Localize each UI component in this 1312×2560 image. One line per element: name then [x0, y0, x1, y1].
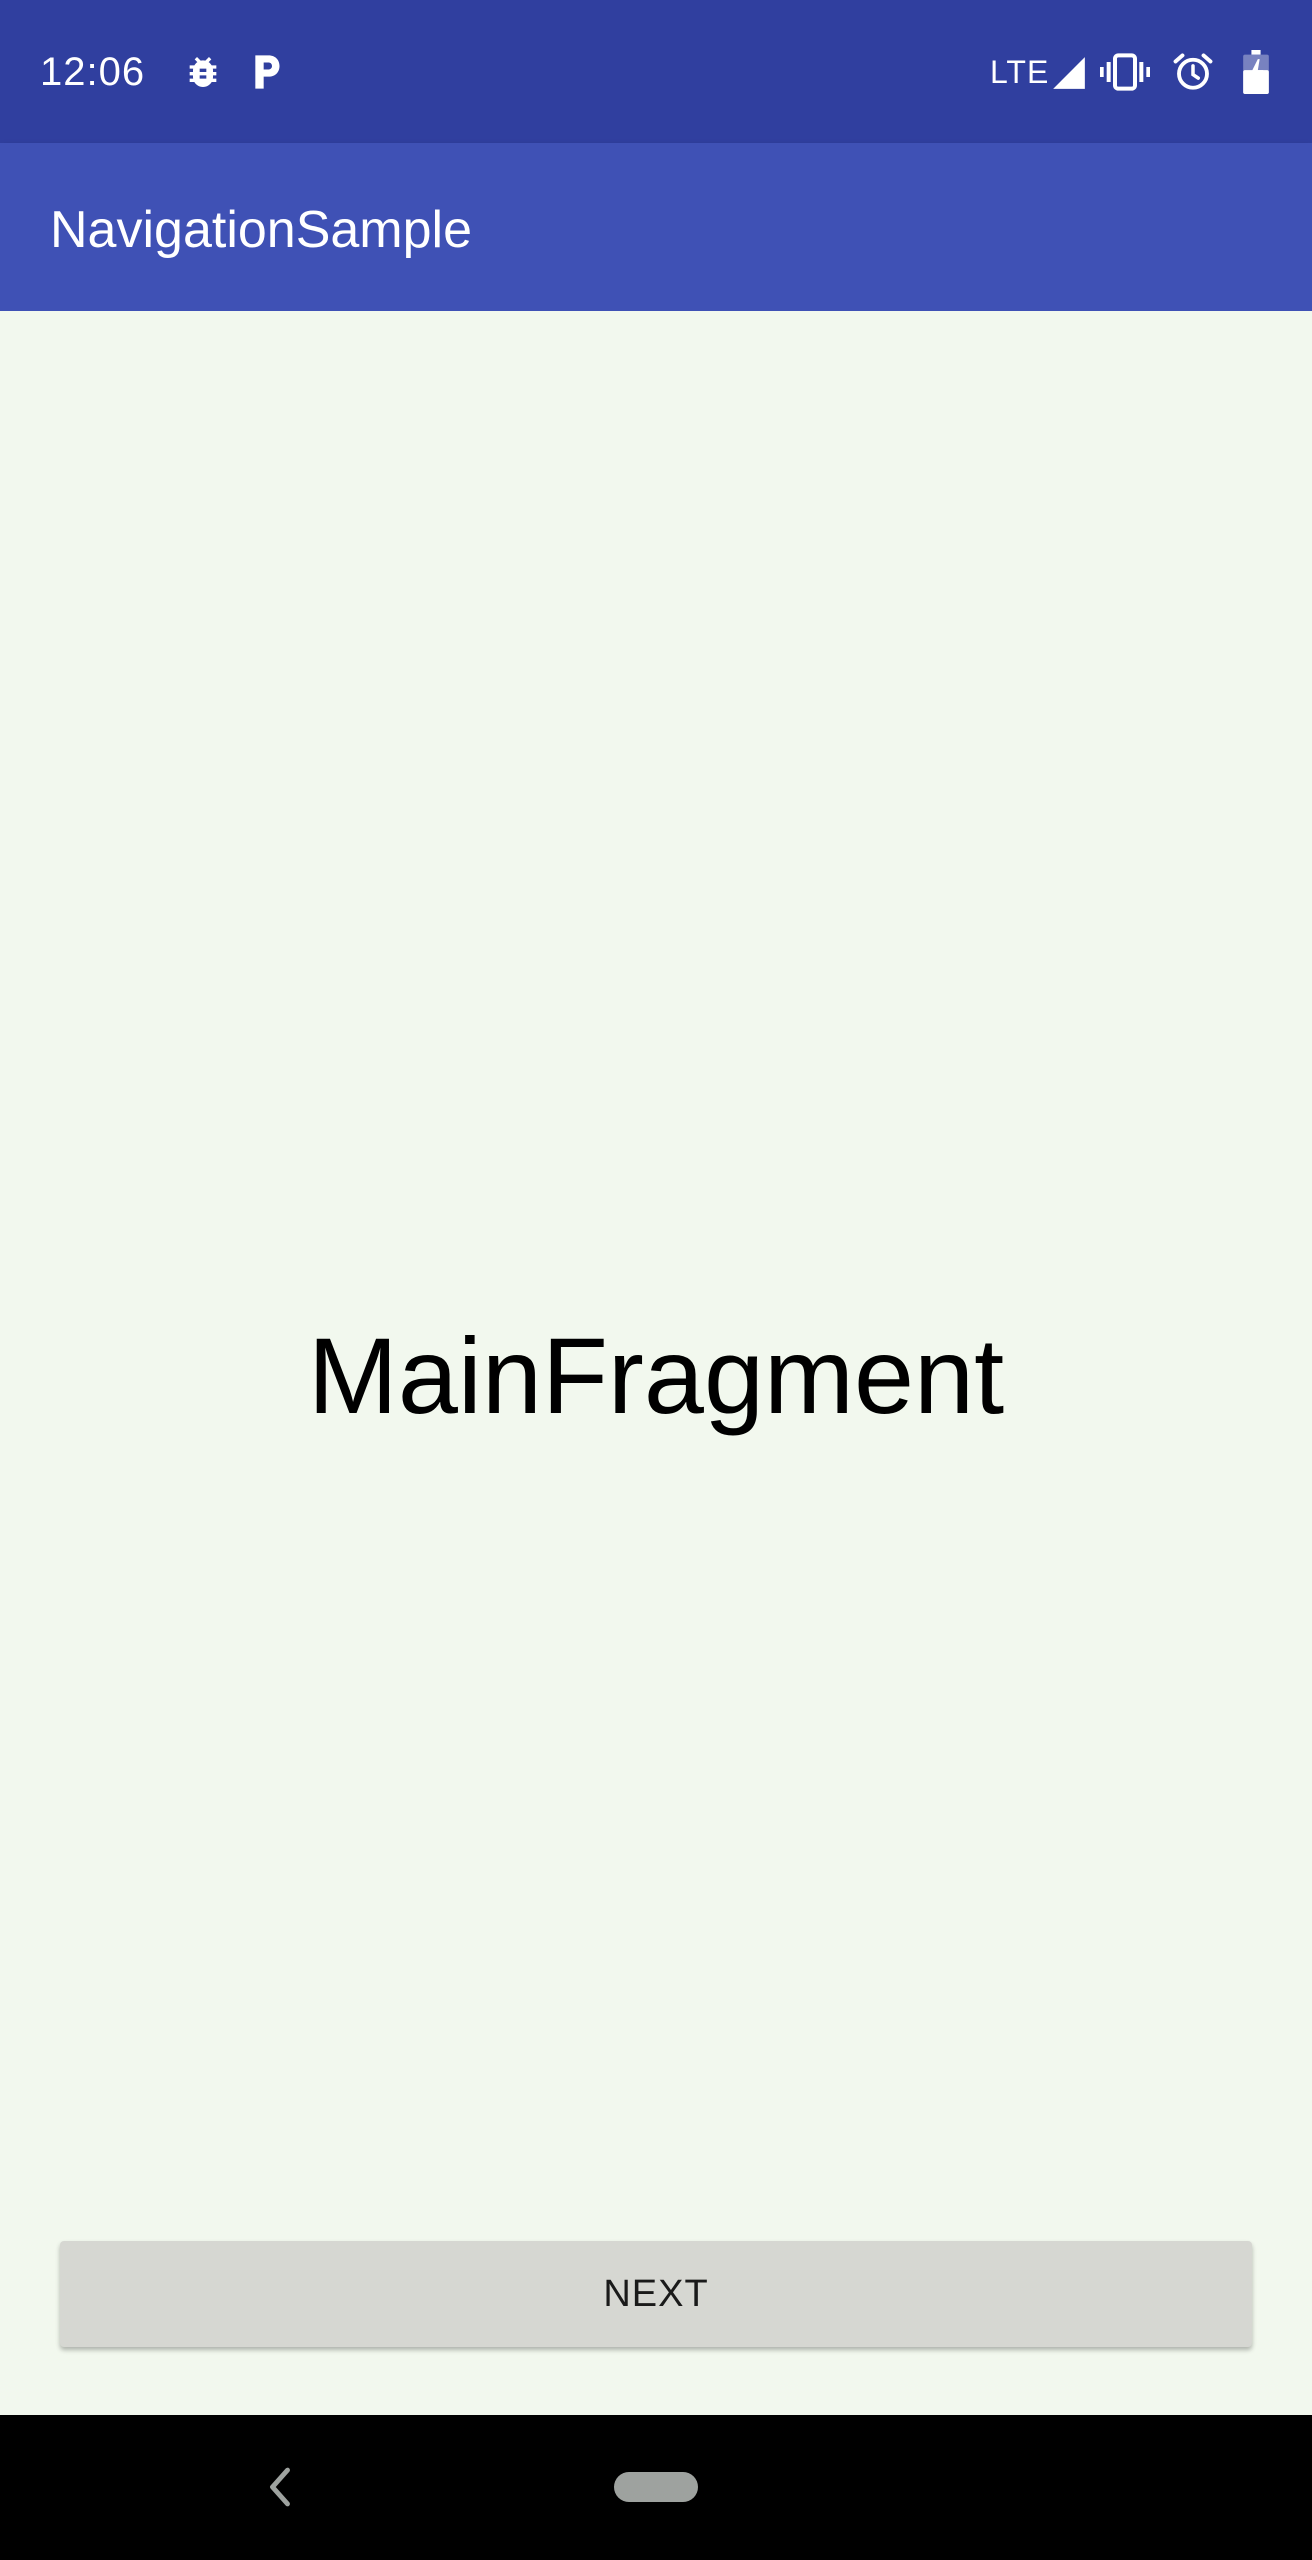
app-title: NavigationSample: [50, 201, 473, 259]
home-pill[interactable]: [614, 2472, 698, 2502]
main-content: MainFragment NEXT: [0, 311, 1312, 2415]
bug-icon: [189, 57, 217, 87]
status-time: 12:06: [40, 50, 146, 94]
vibrate-icon: [1100, 53, 1150, 91]
fragment-label: MainFragment: [307, 1315, 1005, 1436]
battery-icon: [1243, 50, 1269, 94]
signal-icon: [1053, 57, 1085, 89]
app-bar: NavigationSample: [0, 143, 1312, 311]
lte-label: LTE: [990, 54, 1050, 90]
nav-bar: [0, 2415, 1312, 2560]
p-icon: [255, 55, 280, 89]
next-button[interactable]: NEXT: [60, 2241, 1252, 2347]
back-icon[interactable]: [265, 2464, 295, 2510]
status-bar: 12:06 LTE: [0, 0, 1312, 143]
alarm-icon: [1173, 53, 1213, 90]
